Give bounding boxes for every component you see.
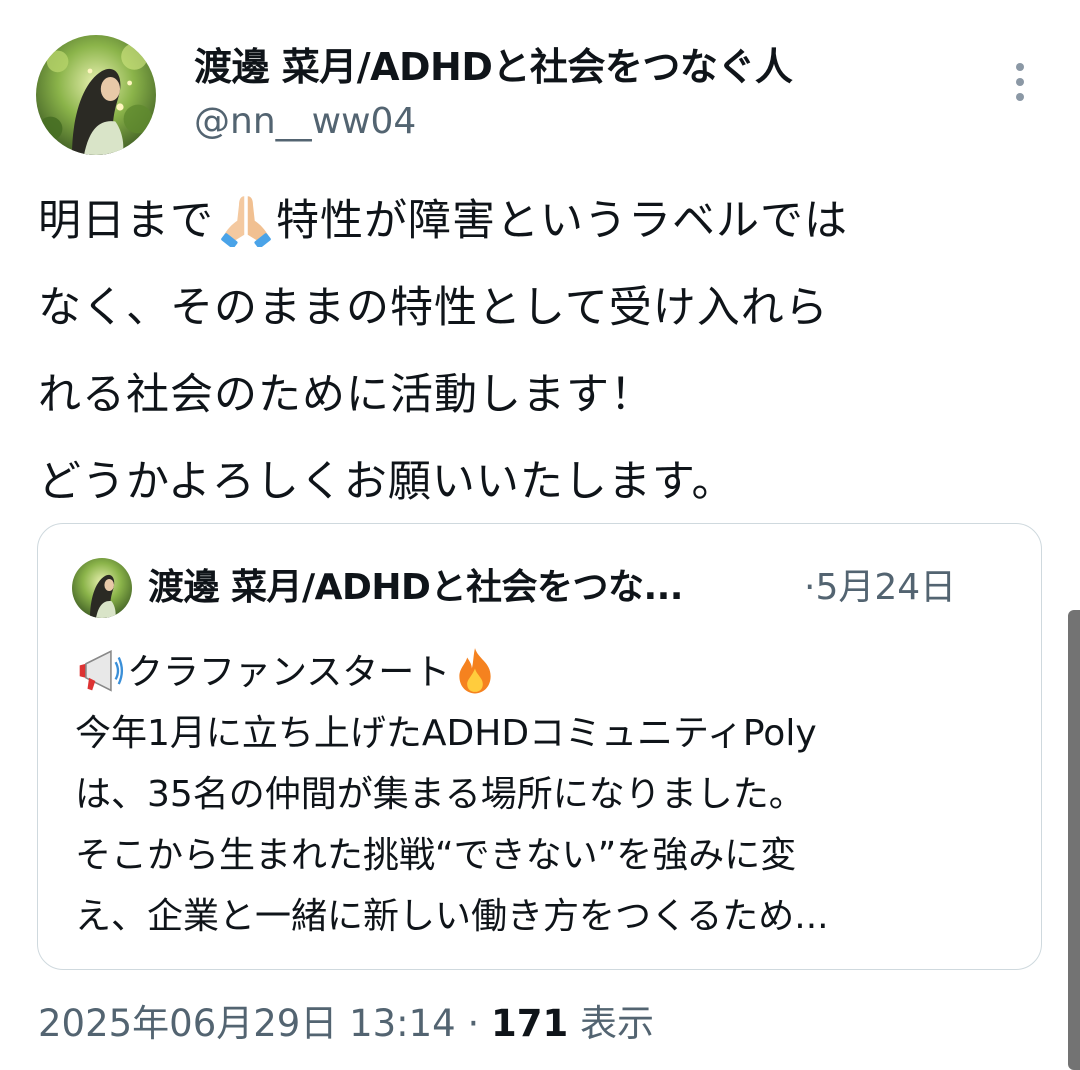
tweet-text-line: なく、そのままの特性として受け入れら	[38, 283, 829, 333]
tweet-text-segment: 明日まで	[38, 196, 214, 246]
quote-text-segment: クラファンスタート	[127, 652, 451, 693]
tweet-text: 明日まで 特性が障害というラベルでは なく、そのままの特性として受け入れら れる…	[38, 178, 1048, 526]
fire-icon	[459, 648, 491, 694]
display-name[interactable]: 渡邊 菜月/ADHDと社会をつなぐ人	[194, 40, 793, 94]
more-dot	[1016, 93, 1024, 101]
tweet: 渡邊 菜月/ADHDと社会をつなぐ人 @nn__ww04 明日まで 特性が障害と…	[0, 0, 1080, 1070]
more-vertical-icon[interactable]	[1000, 58, 1040, 106]
timestamp[interactable]: 2025年06月29日 13:14	[38, 1002, 456, 1045]
tweet-text-segment: 特性が障害というラベルでは	[276, 196, 848, 246]
quote-text-line: クラファンスタート	[75, 642, 1015, 703]
quote-text: クラファンスタート 今年1月に立ち上げたADHDコミュニティPoly は、35名…	[75, 642, 1015, 947]
quote-avatar-image	[72, 558, 132, 618]
quote-date-text: 5月24日	[815, 567, 957, 608]
more-dot	[1016, 78, 1024, 86]
quote-text-line: は、35名の仲間が集まる場所になりました。	[75, 774, 805, 815]
quote-text-line: え、企業と一緒に新しい働き方をつくるため...	[75, 896, 829, 937]
quote-text-line: そこから生まれた挑戦“できない”を強みに変	[75, 835, 797, 876]
quoted-tweet-card[interactable]: 渡邊 菜月/ADHDと社会をつな... ·5月24日 クラファンスタート 今年1…	[37, 523, 1042, 970]
footer-separator: ·	[467, 1002, 480, 1045]
scrollbar[interactable]	[1068, 610, 1080, 1070]
quote-text-line: 今年1月に立ち上げたADHDコミュニティPoly	[75, 713, 817, 754]
quote-separator: ·	[804, 567, 816, 608]
tweet-footer: 2025年06月29日 13:14 · 171 表示	[38, 998, 654, 1050]
tweet-text-line: どうかよろしくお願いいたします。	[38, 457, 736, 507]
avatar-image	[36, 35, 156, 155]
user-handle[interactable]: @nn__ww04	[194, 96, 416, 148]
quote-display-name: 渡邊 菜月/ADHDと社会をつな...	[148, 567, 683, 608]
tweet-text-line: れる社会のために活動します！	[38, 370, 654, 420]
quote-avatar	[72, 558, 132, 618]
views-count: 171	[491, 1002, 569, 1045]
tweet-text-line: 明日まで 特性が障害というラベルでは	[38, 178, 1048, 265]
folded-hands-icon	[221, 195, 271, 247]
megaphone-icon	[79, 649, 124, 692]
avatar[interactable]	[36, 35, 156, 155]
more-dot	[1016, 63, 1024, 71]
quote-date: ·5月24日	[804, 562, 956, 614]
views-label: 表示	[580, 1002, 655, 1045]
